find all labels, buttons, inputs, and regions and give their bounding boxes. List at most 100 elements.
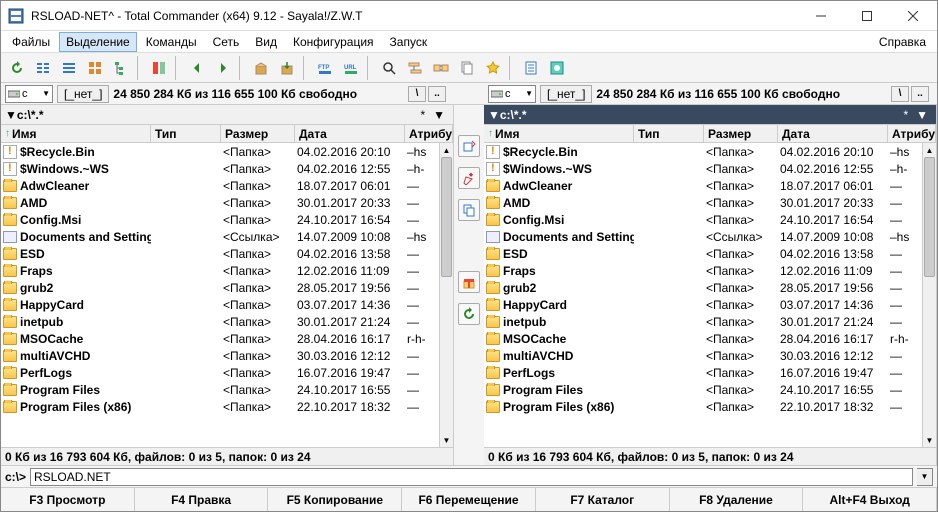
thumbnail-view-icon[interactable]	[83, 56, 107, 80]
left-path-bar[interactable]: ▼c:\*.* * ▼	[1, 105, 453, 125]
menu-view[interactable]: Вид	[248, 32, 284, 52]
file-row[interactable]: ESD<Папка>04.02.2016 13:58—	[1, 245, 439, 262]
menu-config[interactable]: Конфигурация	[286, 32, 381, 52]
file-row[interactable]: Documents and Settings<Ссылка>14.07.2009…	[1, 228, 439, 245]
file-row[interactable]: PerfLogs<Папка>16.07.2016 19:47—	[484, 364, 922, 381]
scroll-down-icon[interactable]: ▼	[440, 433, 453, 447]
right-up-button[interactable]: ..	[911, 86, 929, 102]
command-input[interactable]: RSLOAD.NET	[30, 468, 913, 486]
menu-selection[interactable]: Выделение	[59, 32, 137, 52]
back-icon[interactable]	[185, 56, 209, 80]
left-drive-combo[interactable]: c ▼	[5, 85, 53, 103]
control-panel-icon[interactable]	[545, 56, 569, 80]
file-row[interactable]: AMD<Папка>30.01.2017 20:33—	[1, 194, 439, 211]
header-attr[interactable]: Атрибу	[888, 125, 936, 142]
file-row[interactable]: HappyCard<Папка>03.07.2017 14:36—	[484, 296, 922, 313]
refresh-icon[interactable]	[5, 56, 29, 80]
left-file-list[interactable]: $Recycle.Bin<Папка>04.02.2016 20:10–hs$W…	[1, 143, 453, 447]
header-type[interactable]: Тип	[634, 125, 704, 142]
menu-help[interactable]: Справка	[872, 32, 933, 52]
right-root-button[interactable]: \	[891, 86, 909, 102]
file-row[interactable]: HappyCard<Папка>03.07.2017 14:36—	[1, 296, 439, 313]
ftp-url-icon[interactable]: URL	[339, 56, 363, 80]
file-row[interactable]: $Windows.~WS<Папка>04.02.2016 12:55–h-	[484, 160, 922, 177]
file-row[interactable]: MSOCache<Папка>28.04.2016 16:17r-h-	[484, 330, 922, 347]
header-attr[interactable]: Атрибу	[405, 125, 453, 142]
close-button[interactable]	[891, 2, 935, 30]
file-row[interactable]: MSOCache<Папка>28.04.2016 16:17r-h-	[1, 330, 439, 347]
file-row[interactable]: Fraps<Папка>12.02.2016 11:09—	[484, 262, 922, 279]
file-row[interactable]: Config.Msi<Папка>24.10.2017 16:54—	[1, 211, 439, 228]
file-row[interactable]: multiAVCHD<Папка>30.03.2016 12:12—	[484, 347, 922, 364]
dir-hotlist-icon[interactable]	[481, 56, 505, 80]
file-row[interactable]: $Windows.~WS<Папка>04.02.2016 12:55–h-	[1, 160, 439, 177]
edit-icon[interactable]	[458, 167, 480, 189]
file-row[interactable]: $Recycle.Bin<Папка>04.02.2016 20:10–hs	[484, 143, 922, 160]
history-dropdown-icon[interactable]: ▼	[429, 108, 449, 122]
file-row[interactable]: AdwCleaner<Папка>18.07.2017 06:01—	[484, 177, 922, 194]
header-date[interactable]: Дата	[778, 125, 888, 142]
file-row[interactable]: Program Files (x86)<Папка>22.10.2017 18:…	[1, 398, 439, 415]
scroll-thumb[interactable]	[441, 157, 452, 277]
left-scrollbar[interactable]: ▲ ▼	[439, 143, 453, 447]
altf4-exit-button[interactable]: Alt+F4 Выход	[803, 488, 937, 511]
file-row[interactable]: AdwCleaner<Папка>18.07.2017 06:01—	[1, 177, 439, 194]
header-name[interactable]: ↑Имя	[1, 125, 151, 142]
notepad-icon[interactable]	[519, 56, 543, 80]
right-volume-label[interactable]: [_нет_]	[540, 85, 592, 103]
scroll-up-icon[interactable]: ▲	[923, 143, 936, 157]
menu-net[interactable]: Сеть	[206, 32, 247, 52]
file-row[interactable]: grub2<Папка>28.05.2017 19:56—	[1, 279, 439, 296]
file-row[interactable]: inetpub<Папка>30.01.2017 21:24—	[484, 313, 922, 330]
copy-icon[interactable]	[458, 199, 480, 221]
history-dropdown-icon[interactable]: ▼	[912, 108, 932, 122]
file-row[interactable]: PerfLogs<Папка>16.07.2016 19:47—	[1, 364, 439, 381]
unpack-icon[interactable]	[275, 56, 299, 80]
pack-icon[interactable]	[249, 56, 273, 80]
multirename-icon[interactable]	[403, 56, 427, 80]
file-row[interactable]: Program Files<Папка>24.10.2017 16:55—	[1, 381, 439, 398]
f6-move-button[interactable]: F6 Перемещение	[402, 488, 536, 511]
scroll-thumb[interactable]	[924, 157, 935, 277]
sync-dirs-icon[interactable]	[429, 56, 453, 80]
favorite-icon[interactable]: *	[899, 108, 912, 122]
scroll-down-icon[interactable]: ▼	[923, 433, 936, 447]
f7-mkdir-button[interactable]: F7 Каталог	[536, 488, 670, 511]
invert-selection-icon[interactable]	[147, 56, 171, 80]
tree-view-icon[interactable]	[109, 56, 133, 80]
maximize-button[interactable]	[845, 2, 889, 30]
gift-icon[interactable]	[458, 271, 480, 293]
forward-icon[interactable]	[211, 56, 235, 80]
copy-right-icon[interactable]	[458, 135, 480, 157]
header-size[interactable]: Размер	[221, 125, 295, 142]
ftp-connect-icon[interactable]: FTP	[313, 56, 337, 80]
f8-delete-button[interactable]: F8 Удаление	[670, 488, 804, 511]
file-row[interactable]: Program Files (x86)<Папка>22.10.2017 18:…	[484, 398, 922, 415]
file-row[interactable]: grub2<Папка>28.05.2017 19:56—	[484, 279, 922, 296]
header-name[interactable]: ↑Имя	[484, 125, 634, 142]
file-row[interactable]: inetpub<Папка>30.01.2017 21:24—	[1, 313, 439, 330]
right-path-bar[interactable]: ▼c:\*.* * ▼	[484, 105, 936, 125]
scroll-up-icon[interactable]: ▲	[440, 143, 453, 157]
left-volume-label[interactable]: [_нет_]	[57, 85, 109, 103]
right-scrollbar[interactable]: ▲ ▼	[922, 143, 936, 447]
right-file-list[interactable]: $Recycle.Bin<Папка>04.02.2016 20:10–hs$W…	[484, 143, 936, 447]
refresh-both-icon[interactable]	[458, 303, 480, 325]
file-row[interactable]: Config.Msi<Папка>24.10.2017 16:54—	[484, 211, 922, 228]
file-row[interactable]: Fraps<Папка>12.02.2016 11:09—	[1, 262, 439, 279]
file-row[interactable]: Program Files<Папка>24.10.2017 16:55—	[484, 381, 922, 398]
favorite-icon[interactable]: *	[416, 108, 429, 122]
menu-files[interactable]: Файлы	[5, 32, 57, 52]
brief-view-icon[interactable]	[31, 56, 55, 80]
left-root-button[interactable]: \	[408, 86, 426, 102]
minimize-button[interactable]	[799, 2, 843, 30]
full-view-icon[interactable]	[57, 56, 81, 80]
file-row[interactable]: Documents and Settings<Ссылка>14.07.2009…	[484, 228, 922, 245]
file-row[interactable]: AMD<Папка>30.01.2017 20:33—	[484, 194, 922, 211]
header-type[interactable]: Тип	[151, 125, 221, 142]
left-up-button[interactable]: ..	[428, 86, 446, 102]
right-drive-combo[interactable]: c ▼	[488, 85, 536, 103]
menu-commands[interactable]: Команды	[139, 32, 204, 52]
menu-start[interactable]: Запуск	[383, 32, 435, 52]
header-size[interactable]: Размер	[704, 125, 778, 142]
